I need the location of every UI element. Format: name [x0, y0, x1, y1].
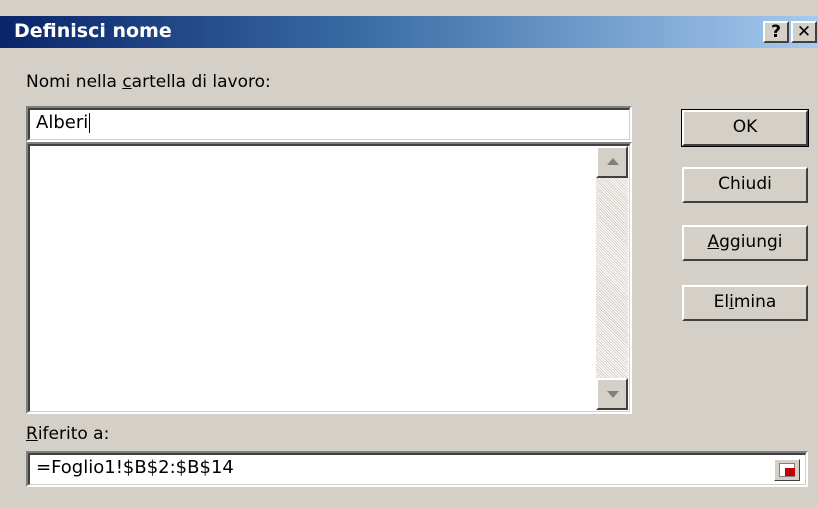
title-bar[interactable]: Definisci nome ? ✕: [0, 16, 818, 48]
help-button[interactable]: ?: [763, 21, 789, 43]
reference-label-accel: R: [26, 424, 38, 444]
delete-button-label: El: [713, 292, 730, 312]
names-list-scrollbar[interactable]: [596, 146, 628, 410]
add-button-accel: A: [707, 232, 720, 252]
add-button-label: ggiungi: [719, 232, 783, 252]
names-label-accel: c: [122, 72, 132, 92]
range-select-marker: [785, 468, 795, 476]
name-input-text: Alberi: [36, 112, 91, 133]
names-list-border: [28, 144, 630, 412]
reference-input[interactable]: =Foglio1!$B$2:$B$14: [26, 451, 808, 487]
names-label-part: artella di lavoro:: [131, 72, 271, 92]
name-input-border: [28, 108, 630, 140]
ok-button[interactable]: OK: [681, 109, 809, 147]
dialog-title: Definisci nome: [14, 20, 172, 42]
ok-button-label: OK: [732, 117, 758, 137]
reference-input-text: =Foglio1!$B$2:$B$14: [36, 457, 234, 478]
names-label: Nomi nella cartella di lavoro:: [26, 72, 271, 92]
triangle-down-icon: [607, 391, 619, 398]
scroll-down-button[interactable]: [596, 378, 628, 410]
name-input-value: Alberi: [36, 112, 89, 133]
triangle-up-icon: [607, 158, 619, 165]
scroll-up-button[interactable]: [596, 146, 628, 178]
text-caret: [89, 113, 91, 133]
close-window-button[interactable]: ✕: [791, 21, 817, 43]
delete-button[interactable]: Elimina: [682, 285, 808, 321]
close-icon: ✕: [796, 22, 812, 42]
names-label-part: Nomi nella: [26, 72, 123, 92]
reference-label: Riferito a:: [26, 424, 109, 444]
names-list[interactable]: [26, 142, 632, 414]
define-name-dialog: Definisci nome ? ✕ Nomi nella cartella d…: [0, 0, 818, 507]
help-icon: ?: [771, 22, 781, 42]
add-button[interactable]: Aggiungi: [682, 225, 808, 261]
close-button-label: Chiudi: [718, 174, 772, 194]
name-input[interactable]: Alberi: [26, 106, 632, 142]
reference-label-text: iferito a:: [37, 424, 110, 444]
collapse-dialog-button[interactable]: [774, 459, 800, 481]
close-button[interactable]: Chiudi: [682, 167, 808, 203]
delete-button-label: mina: [733, 292, 777, 312]
